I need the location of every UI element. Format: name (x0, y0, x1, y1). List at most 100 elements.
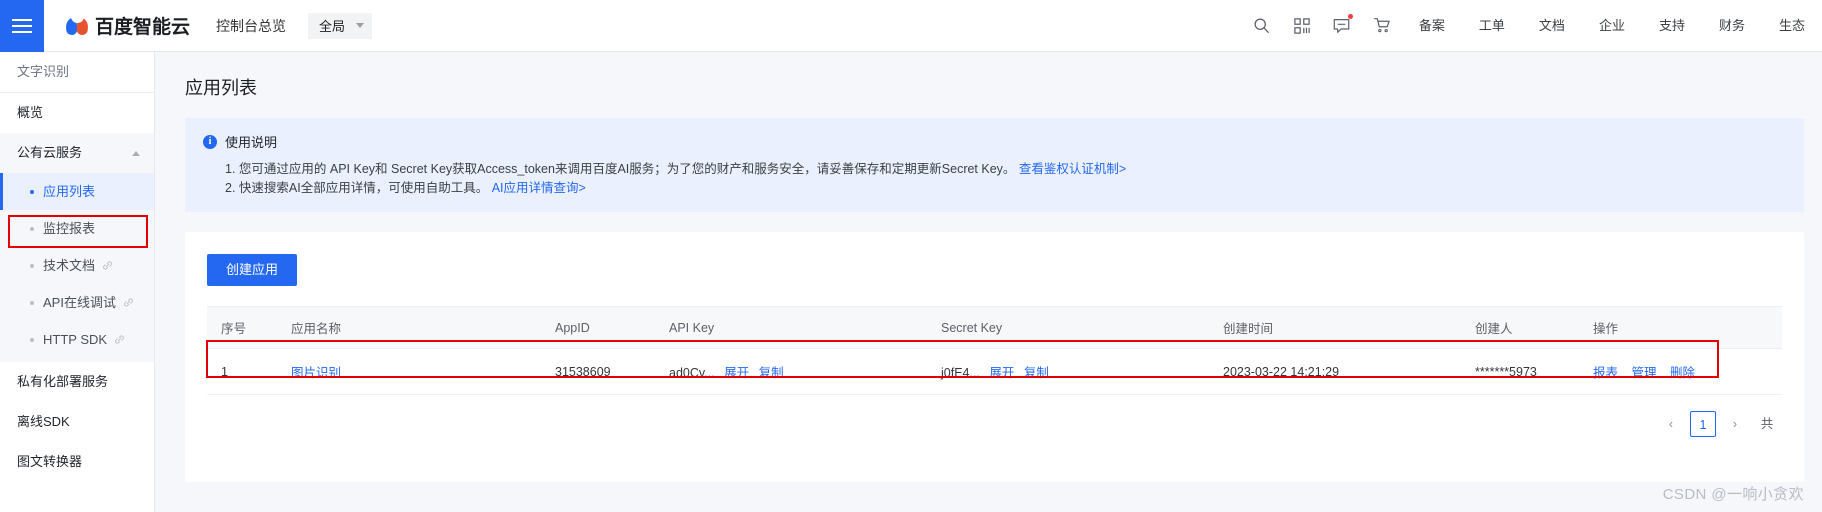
sidebar-item-overview[interactable]: 概览 (0, 93, 154, 133)
pagination-total: 共 (1760, 417, 1774, 431)
cell-appid: 31538609 (541, 348, 655, 395)
nav-link-gongdan[interactable]: 工单 (1462, 0, 1522, 52)
nav-link-caiwu[interactable]: 财务 (1702, 0, 1762, 52)
api-key-masked: ad0Cv... (669, 366, 715, 380)
pagination-prev[interactable]: ‹ (1658, 411, 1684, 437)
nav-link-beian[interactable]: 备案 (1402, 0, 1462, 52)
nav-link-shengtai[interactable]: 生态 (1762, 0, 1822, 52)
cell-index: 1 (207, 348, 277, 395)
cart-icon (1374, 18, 1391, 33)
table-row: 1 图片识别 31538609 ad0Cv... 展开 复制 j0fE4... (207, 348, 1782, 395)
cart-button[interactable] (1362, 0, 1402, 52)
sidebar-item-offline-sdk-label: 离线SDK (17, 414, 70, 429)
top-navigation-bar: 百度智能云 控制台总览 全局 备案 工单 文档 企业 支持 财务 生态 (0, 0, 1822, 52)
main-content: 应用列表 i 使用说明 1. 您可通过应用的 API Key和 Secret K… (155, 52, 1822, 512)
usage-notice-panel: i 使用说明 1. 您可通过应用的 API Key和 Secret Key获取A… (185, 118, 1804, 212)
search-button[interactable] (1242, 0, 1282, 52)
chevron-down-icon (356, 23, 365, 28)
apps-grid-button[interactable] (1282, 0, 1322, 52)
sidebar-item-monitor-report-label: 监控报表 (43, 221, 96, 236)
sidebar-item-doc-converter[interactable]: 图文转换器 (0, 442, 154, 482)
sidebar-item-tech-docs-label: 技术文档 (43, 258, 96, 273)
brand-name: 百度智能云 (95, 17, 191, 38)
app-detail-query-link[interactable]: AI应用详情查询> (492, 181, 586, 195)
cell-operations: 报表 管理 删除 (1579, 348, 1782, 395)
apps-grid-icon (1294, 17, 1310, 34)
console-overview-link[interactable]: 控制台总览 (216, 16, 286, 36)
cell-created-at: 2023-03-22 14:21:29 (1209, 348, 1461, 395)
sidebar-item-http-sdk-label: HTTP SDK (43, 332, 108, 347)
info-icon: i (203, 134, 217, 149)
usage-notice-line-1-text: 1. 您可通过应用的 API Key和 Secret Key获取Access_t… (225, 162, 1016, 176)
app-root: 百度智能云 控制台总览 全局 备案 工单 文档 企业 支持 财务 生态 文字识别… (0, 0, 1822, 512)
pagination-next[interactable]: › (1722, 411, 1748, 437)
bullet-icon (30, 263, 34, 268)
app-list-card: 创建应用 序号 应用名称 AppID API Key Secret Key 创建… (185, 232, 1804, 482)
page-title: 应用列表 (185, 78, 257, 98)
table-head: 序号 应用名称 AppID API Key Secret Key 创建时间 创建… (207, 306, 1782, 349)
sidebar-item-monitor-report[interactable]: 监控报表 (0, 210, 154, 247)
sidebar-item-doc-converter-label: 图文转换器 (17, 454, 83, 469)
row-action-manage[interactable]: 管理 (1632, 366, 1657, 380)
hamburger-menu-button[interactable] (0, 0, 44, 52)
create-app-button[interactable]: 创建应用 (207, 254, 298, 286)
sidebar-item-app-list[interactable]: 应用列表 (0, 173, 154, 210)
scope-selector-value: 全局 (319, 19, 346, 34)
sidebar-title: 文字识别 (0, 52, 154, 93)
bullet-icon (30, 226, 34, 231)
bullet-icon (30, 300, 34, 305)
column-header-creator: 创建人 (1461, 306, 1579, 349)
scope-selector[interactable]: 全局 (308, 12, 373, 39)
search-icon (1254, 18, 1270, 33)
column-header-name: 应用名称 (277, 306, 541, 349)
row-action-delete[interactable]: 删除 (1670, 366, 1695, 380)
watermark: CSDN @一响小贪欢 (1662, 486, 1804, 503)
column-header-created: 创建时间 (1209, 306, 1461, 349)
bullet-icon (30, 337, 34, 342)
message-button[interactable] (1322, 0, 1362, 52)
bullet-icon (30, 189, 34, 194)
sidebar-item-http-sdk[interactable]: HTTP SDK (0, 321, 154, 358)
cell-api-key: ad0Cv... 展开 复制 (655, 348, 927, 395)
table-header-row: 序号 应用名称 AppID API Key Secret Key 创建时间 创建… (207, 306, 1782, 349)
column-header-ops: 操作 (1579, 306, 1782, 349)
secret-key-copy-link[interactable]: 复制 (1024, 366, 1049, 380)
external-link-icon (114, 334, 125, 345)
nav-link-qiye[interactable]: 企业 (1582, 0, 1642, 52)
auth-mechanism-link[interactable]: 查看鉴权认证机制> (1019, 162, 1126, 176)
cell-secret-key: j0fE4... 展开 复制 (927, 348, 1209, 395)
usage-notice-title: 使用说明 (225, 135, 278, 150)
nav-link-zhichi[interactable]: 支持 (1642, 0, 1702, 52)
sidebar-item-offline-sdk[interactable]: 离线SDK (0, 402, 154, 442)
table-body: 1 图片识别 31538609 ad0Cv... 展开 复制 j0fE4... (207, 348, 1782, 395)
secret-key-expand-link[interactable]: 展开 (989, 366, 1014, 380)
api-key-expand-link[interactable]: 展开 (724, 366, 749, 380)
external-link-icon (123, 297, 134, 308)
secret-key-masked: j0fE4... (941, 366, 980, 380)
usage-notice-line-2-text: 2. 快速搜索AI全部应用详情，可使用自助工具。 (225, 181, 489, 195)
column-header-index: 序号 (207, 306, 277, 349)
top-right-actions: 备案 工单 文档 企业 支持 财务 生态 (1242, 0, 1822, 52)
external-link-icon (102, 260, 113, 271)
chevron-up-icon (132, 150, 140, 156)
message-badge-dot (1347, 13, 1353, 19)
sidebar-item-api-debug[interactable]: API在线调试 (0, 284, 154, 321)
hamburger-icon (12, 18, 32, 33)
cell-app-name: 图片识别 (277, 348, 541, 395)
app-name-link[interactable]: 图片识别 (291, 366, 341, 380)
usage-notice-line-2: 2. 快速搜索AI全部应用详情，可使用自助工具。 AI应用详情查询> (203, 179, 1786, 198)
sidebar: 文字识别 概览 公有云服务 应用列表 监控报表 技术文档 API在线调试 HTT… (0, 52, 155, 512)
cell-creator: *******5973 (1461, 348, 1579, 395)
sidebar-group-public-cloud[interactable]: 公有云服务 (0, 133, 154, 173)
row-action-report[interactable]: 报表 (1593, 366, 1618, 380)
baidu-cloud-logo-icon (65, 14, 89, 37)
sidebar-item-private-deploy[interactable]: 私有化部署服务 (0, 362, 154, 402)
usage-notice-line-1: 1. 您可通过应用的 API Key和 Secret Key获取Access_t… (203, 160, 1786, 179)
pagination: ‹ 1 › 共 (207, 411, 1782, 437)
sidebar-item-tech-docs[interactable]: 技术文档 (0, 247, 154, 284)
nav-link-wendang[interactable]: 文档 (1522, 0, 1582, 52)
pagination-page-1[interactable]: 1 (1690, 411, 1716, 437)
app-list-table: 序号 应用名称 AppID API Key Secret Key 创建时间 创建… (207, 306, 1782, 395)
brand[interactable]: 百度智能云 (65, 12, 191, 39)
api-key-copy-link[interactable]: 复制 (759, 366, 784, 380)
